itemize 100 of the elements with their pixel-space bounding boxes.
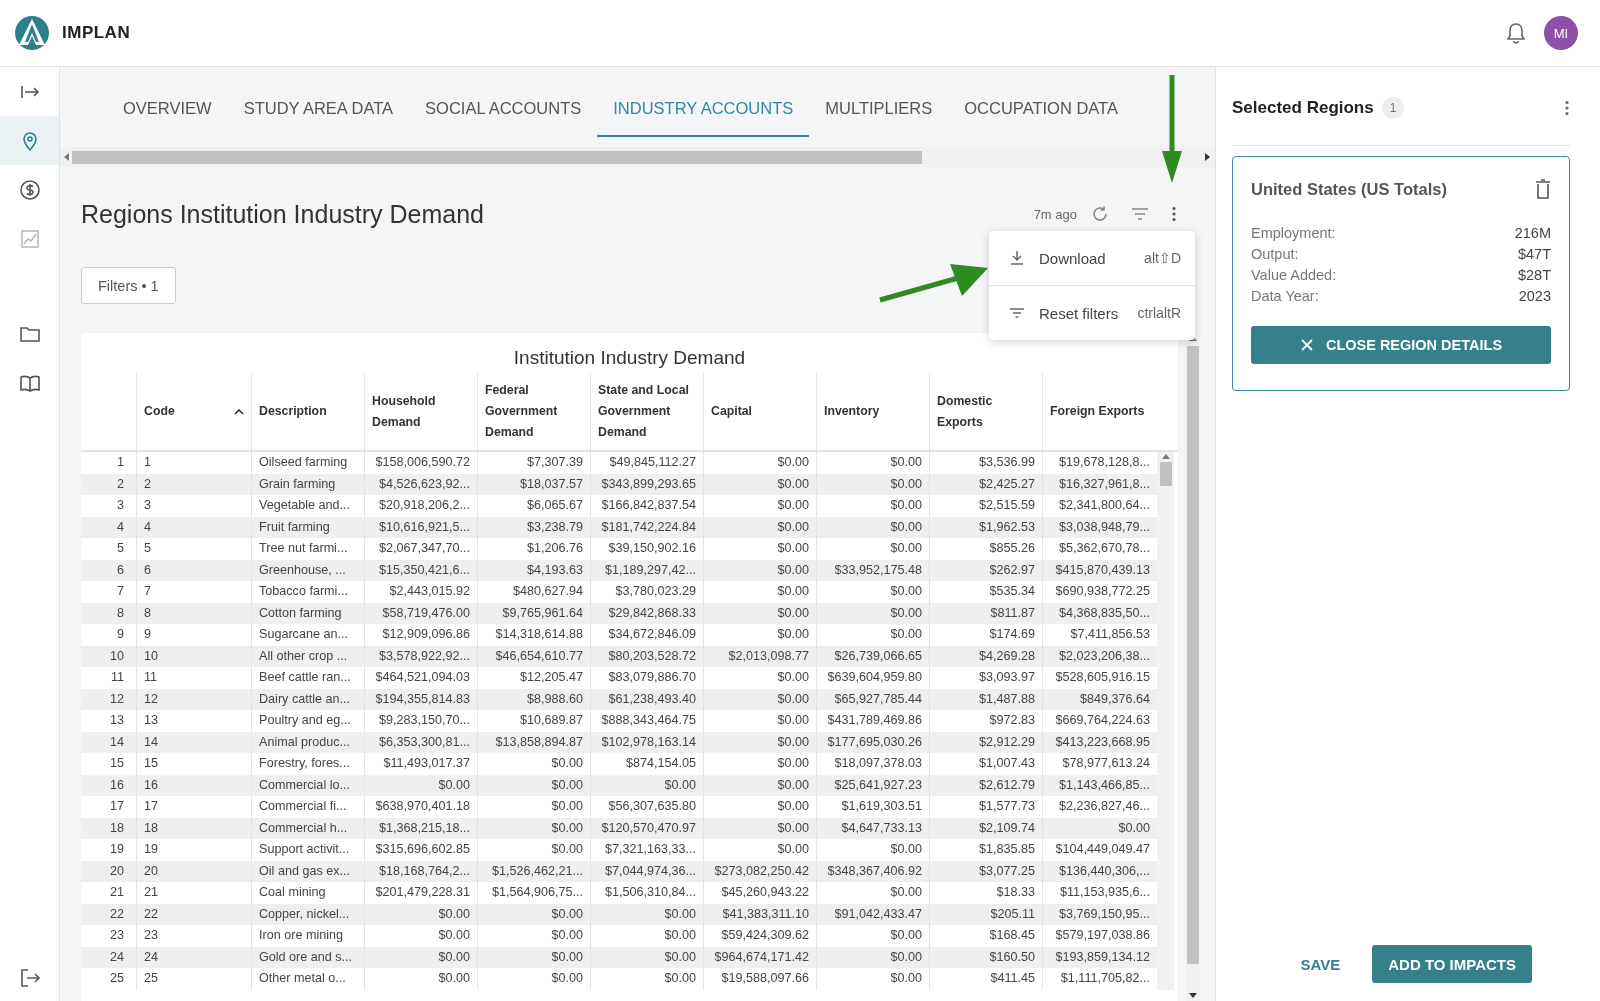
scroll-right-icon[interactable] bbox=[1205, 153, 1211, 161]
filter-icon[interactable] bbox=[1131, 207, 1149, 221]
table-scrollbar[interactable] bbox=[1157, 452, 1174, 990]
row-number: 25 bbox=[109, 970, 125, 987]
table-cell: $2,612.79 bbox=[929, 774, 1042, 796]
tab-scrollbar[interactable] bbox=[60, 147, 1215, 167]
table-cell: $102,978,163.14 bbox=[590, 731, 703, 753]
table-cell: $4,193.63 bbox=[477, 559, 590, 581]
table-cell: $0.00 bbox=[703, 581, 816, 603]
table-cell: 12 bbox=[136, 688, 251, 710]
table-cell: $0.00 bbox=[703, 817, 816, 839]
column-header[interactable]: State and Local Government Demand bbox=[590, 373, 703, 450]
column-header[interactable]: Federal Government Demand bbox=[477, 373, 590, 450]
table-cell: Dairy cattle an... bbox=[251, 688, 364, 710]
stat-label: Data Year: bbox=[1251, 288, 1319, 304]
tab[interactable]: MULTIPLIERS bbox=[809, 67, 949, 137]
column-header[interactable]: Household Demand bbox=[364, 373, 477, 450]
tab[interactable]: SOCIAL ACCOUNTS bbox=[409, 67, 598, 137]
table-cell: $0.00 bbox=[364, 774, 477, 796]
table-cell: $18,037.57 bbox=[477, 473, 590, 495]
refresh-icon[interactable] bbox=[1091, 205, 1109, 223]
table-cell: Greenhouse, ... bbox=[251, 559, 364, 581]
table-cell: $0.00 bbox=[703, 538, 816, 560]
chart-icon bbox=[18, 227, 41, 250]
sort-caret-icon[interactable] bbox=[234, 408, 244, 415]
tab[interactable]: STUDY AREA DATA bbox=[227, 67, 410, 137]
table-cell: $39,150,902.16 bbox=[590, 538, 703, 560]
table-cell: $1,577.73 bbox=[929, 796, 1042, 818]
tab[interactable]: OCCUPATION DATA bbox=[948, 67, 1134, 137]
table-cell: $0.00 bbox=[816, 516, 929, 538]
menu-item[interactable]: Download alt⇧D bbox=[989, 231, 1195, 285]
table-cell: $0.00 bbox=[590, 946, 703, 968]
table-cell: $0.00 bbox=[816, 946, 929, 968]
table-cell: $535.34 bbox=[929, 581, 1042, 603]
close-details-button[interactable]: CLOSE REGION DETAILS bbox=[1251, 326, 1551, 364]
table-cell: $639,604,959.80 bbox=[816, 667, 929, 689]
table-cell: $4,526,623,92... bbox=[364, 473, 477, 495]
table-cell: Gold ore and s... bbox=[251, 946, 364, 968]
add-to-impacts-button[interactable]: ADD TO IMPACTS bbox=[1372, 945, 1532, 983]
scroll-thumb[interactable] bbox=[1187, 346, 1199, 964]
table-cell: $14,318,614.88 bbox=[477, 624, 590, 646]
table-cell: Cotton farming bbox=[251, 602, 364, 624]
more-icon[interactable] bbox=[1171, 206, 1177, 222]
column-header[interactable]: Inventory bbox=[816, 373, 929, 450]
table-cell: Grain farming bbox=[251, 473, 364, 495]
table-cell: $1,962.53 bbox=[929, 516, 1042, 538]
save-button[interactable]: SAVE bbox=[1294, 954, 1347, 974]
scroll-down-icon[interactable] bbox=[1189, 993, 1197, 998]
column-header[interactable]: Description bbox=[251, 373, 364, 450]
column-header[interactable]: Foreign Exports bbox=[1042, 373, 1157, 450]
table-cell: $3,578,922,92... bbox=[364, 645, 477, 667]
table-cell: $0.00 bbox=[816, 839, 929, 861]
table-cell: $7,044,974,36... bbox=[590, 860, 703, 882]
table-cell: 1 bbox=[136, 452, 251, 474]
sidebar-location-button[interactable] bbox=[0, 116, 59, 165]
table-cell: $0.00 bbox=[816, 495, 929, 517]
scroll-left-icon[interactable] bbox=[64, 153, 70, 161]
tab[interactable]: OVERVIEW bbox=[107, 67, 228, 137]
table-cell: Animal produc... bbox=[251, 731, 364, 753]
table-cell: $59,424,309.62 bbox=[703, 925, 816, 947]
trash-icon[interactable] bbox=[1535, 179, 1551, 199]
row-number: 8 bbox=[116, 604, 125, 622]
row-number: 15 bbox=[109, 755, 125, 772]
table-cell: $2,109.74 bbox=[929, 817, 1042, 839]
filters-button[interactable]: Filters • 1 bbox=[81, 267, 176, 304]
table-cell: Other metal o... bbox=[251, 968, 364, 990]
table-cell: $0.00 bbox=[590, 903, 703, 925]
table-cell: $0.00 bbox=[477, 925, 590, 947]
table-cell: $348,367,406.92 bbox=[816, 860, 929, 882]
table-cell: 16 bbox=[136, 774, 251, 796]
table-cell: $0.00 bbox=[703, 495, 816, 517]
stat-value: $28T bbox=[1517, 267, 1551, 283]
user-avatar[interactable]: MI bbox=[1544, 16, 1578, 50]
table-cell: $56,307,635.80 bbox=[590, 796, 703, 818]
page-scrollbar[interactable] bbox=[1186, 333, 1200, 1001]
table-cell: $0.00 bbox=[703, 602, 816, 624]
table-cell: $25,641,927.23 bbox=[816, 774, 929, 796]
table-cell: $194,355,814.83 bbox=[364, 688, 477, 710]
table-cell: $0.00 bbox=[816, 538, 929, 560]
column-header[interactable]: Domestic Exports bbox=[929, 373, 1042, 450]
table-cell: $0.00 bbox=[364, 903, 477, 925]
scroll-thumb[interactable] bbox=[72, 150, 922, 164]
table-cell: 25 bbox=[136, 968, 251, 990]
table-cell: $0.00 bbox=[703, 624, 816, 646]
row-number: 17 bbox=[109, 798, 125, 815]
column-header[interactable]: Capital bbox=[703, 373, 816, 450]
column-header[interactable]: Code bbox=[136, 373, 251, 450]
row-number: 12 bbox=[109, 690, 125, 708]
table-cell: $638,970,401.18 bbox=[364, 796, 477, 818]
tab[interactable]: INDUSTRY ACCOUNTS bbox=[597, 67, 810, 137]
table-cell: $315,696,602.85 bbox=[364, 839, 477, 861]
scroll-thumb[interactable] bbox=[1159, 462, 1172, 486]
table-cell: Tree nut farmi... bbox=[251, 538, 364, 560]
logout-icon[interactable] bbox=[18, 967, 41, 989]
table-cell: $46,654,610.77 bbox=[477, 645, 590, 667]
table-cell: Vegetable and... bbox=[251, 495, 364, 517]
table-cell: $411.45 bbox=[929, 968, 1042, 990]
bell-icon[interactable] bbox=[1506, 22, 1526, 44]
table-cell: $2,067,347,70... bbox=[364, 538, 477, 560]
more-icon[interactable] bbox=[1564, 100, 1570, 116]
